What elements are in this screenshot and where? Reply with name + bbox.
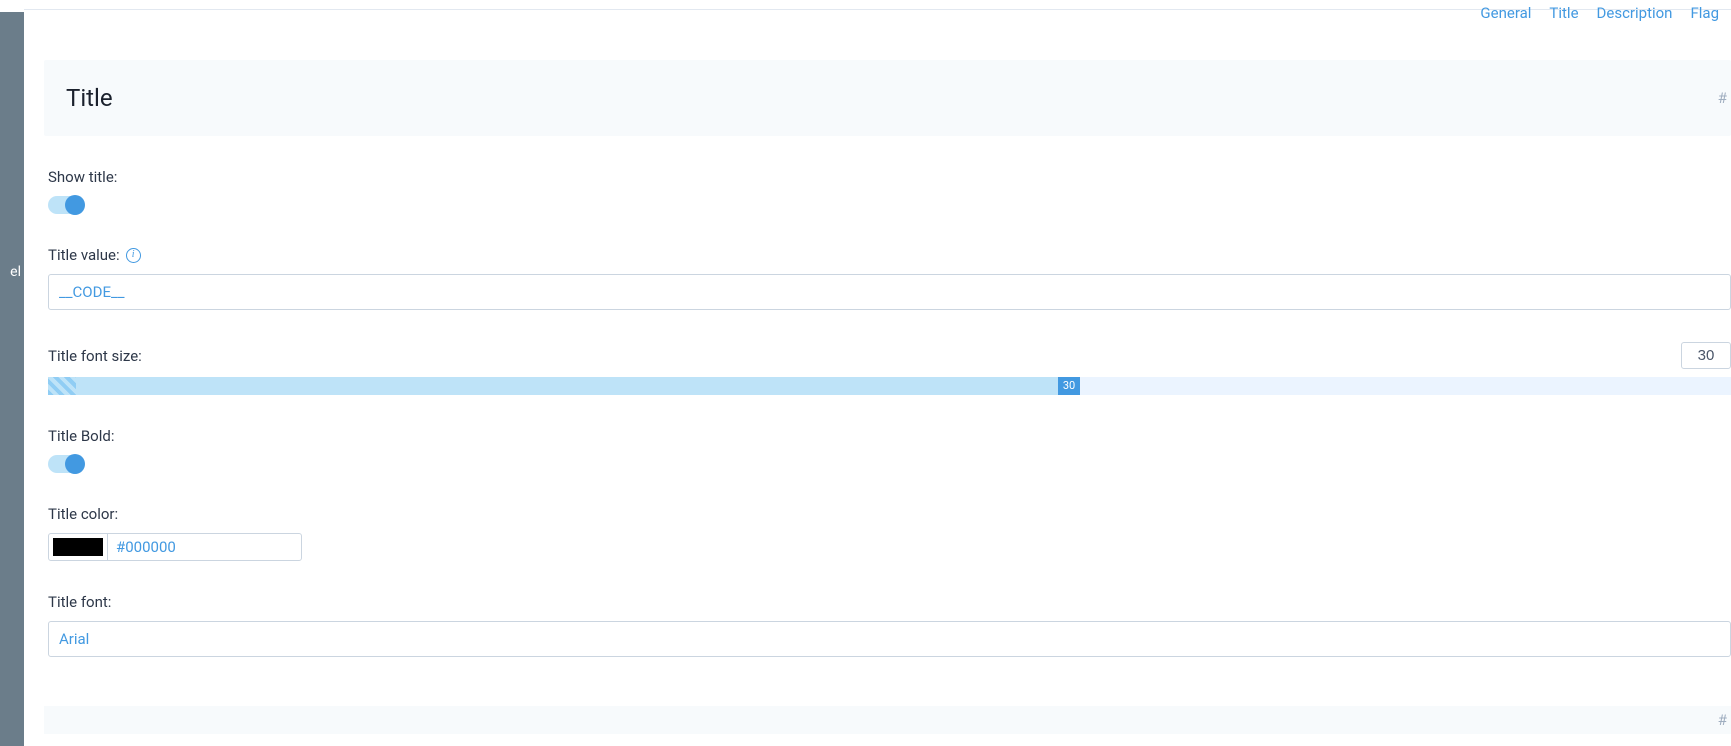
label-show-title: Show title: (48, 168, 1731, 186)
color-swatch-wrap[interactable] (49, 534, 108, 560)
field-show-title: Show title: (48, 168, 1731, 214)
field-title-bold: Title Bold: (48, 427, 1731, 473)
nav-link-general[interactable]: General (1480, 4, 1531, 22)
label-title-value-text: Title value: (48, 246, 120, 264)
slider-handle[interactable]: 30 (1058, 377, 1080, 395)
section-anchor-icon[interactable]: # (1718, 89, 1727, 107)
main-content: Title # Show title: Title value: i Title… (48, 60, 1731, 734)
toggle-knob (65, 195, 85, 215)
toggle-show-title[interactable] (48, 196, 84, 214)
section-heading: Title (66, 84, 1709, 112)
input-title-font-size-number[interactable] (1681, 342, 1731, 369)
color-picker-title (48, 533, 302, 561)
slider-title-font-size[interactable]: 30 (48, 377, 1731, 395)
nav-link-description[interactable]: Description (1597, 4, 1673, 22)
label-title-font: Title font: (48, 593, 1731, 611)
field-title-font-size: Title font size: 30 (48, 342, 1731, 395)
field-title-color: Title color: (48, 505, 1731, 561)
next-section-header: # (44, 706, 1731, 734)
input-title-color-hex[interactable] (108, 534, 323, 560)
slider-min-hatch (48, 377, 76, 395)
sidebar-fragment-text: el (10, 264, 21, 280)
sidebar-stub: el (0, 12, 24, 746)
nav-link-title[interactable]: Title (1549, 4, 1578, 22)
field-title-font: Title font: Arial (48, 593, 1731, 657)
label-title-color: Title color: (48, 505, 1731, 523)
topbar-divider (24, 9, 1731, 10)
label-title-value: Title value: i (48, 246, 1731, 264)
toggle-knob (65, 454, 85, 474)
toggle-title-bold[interactable] (48, 455, 84, 473)
input-title-value[interactable] (48, 274, 1731, 310)
nav-link-flag[interactable]: Flag (1690, 4, 1719, 22)
color-swatch (53, 538, 103, 556)
select-title-font[interactable]: Arial (48, 621, 1731, 657)
label-title-bold: Title Bold: (48, 427, 1731, 445)
next-section-anchor-icon[interactable]: # (1718, 711, 1727, 729)
section-header-title: Title # (44, 60, 1731, 136)
info-icon[interactable]: i (126, 248, 141, 263)
slider-fill (76, 377, 1069, 395)
section-nav: General Title Description Flag (1480, 0, 1731, 22)
label-title-font-size: Title font size: (48, 347, 142, 365)
field-title-value: Title value: i (48, 246, 1731, 310)
